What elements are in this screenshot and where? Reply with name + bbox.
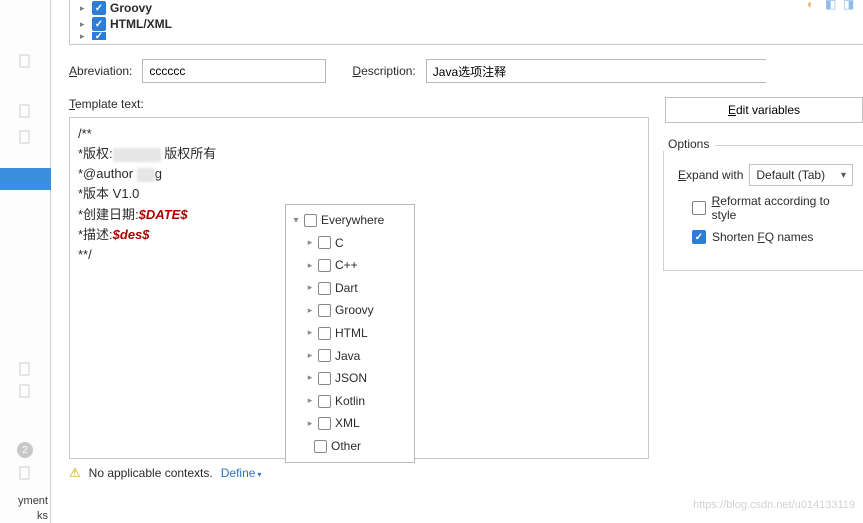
checkbox-unchecked[interactable] [318,259,331,272]
checkbox-unchecked[interactable] [318,349,331,362]
context-item[interactable]: ▸ Dart [292,277,408,300]
abbreviation-input[interactable] [142,59,326,83]
sidebar-text: ks [0,509,50,523]
sidebar-file-icon [17,362,33,376]
checkbox-unchecked[interactable] [318,417,331,430]
checkbox-unchecked[interactable] [318,395,331,408]
checkbox-unchecked[interactable] [304,214,317,227]
expand-with-row: Expand with Default (Tab) [678,164,853,186]
chevron-right-icon: ▸ [306,371,314,385]
context-item[interactable]: ▸ JSON [292,367,408,390]
toolbar-icon[interactable]: ◧ [825,0,839,11]
chevron-right-icon: ▸ [306,417,314,431]
main-panel: ◐ ◧ ◨ ▸ Groovy ▸ HTML/XML ▸ Abreviation: [51,0,863,523]
left-sidebar: 2 yment ks [0,0,51,523]
chevron-right-icon: ▸ [306,326,314,340]
chevron-right-icon: ▸ [306,281,314,295]
context-item[interactable]: ▸ XML [292,412,408,435]
context-item[interactable]: ▸ Groovy [292,299,408,322]
edit-variables-button[interactable]: Edit variables [665,97,863,123]
context-footer: ⚠ No applicable contexts. Define▾ [69,465,649,481]
checkbox-unchecked[interactable] [318,236,331,249]
context-item[interactable]: Other [292,435,408,458]
redacted-text [137,168,155,182]
tree-item-groovy[interactable]: ▸ Groovy [80,0,863,16]
chevron-right-icon: ▸ [306,259,314,273]
checkbox-unchecked[interactable] [318,372,331,385]
form-row: Abreviation: Description: [69,59,863,83]
context-item[interactable]: ▸ Kotlin [292,390,408,413]
no-context-text: No applicable contexts. [89,466,213,480]
chevron-right-icon: ▸ [306,236,314,250]
sidebar-file-icon [17,130,33,144]
toolbar-icon[interactable]: ◨ [843,0,857,11]
context-item-everywhere[interactable]: ▾ Everywhere [292,209,408,232]
context-item[interactable]: ▸ C [292,232,408,255]
checkbox-unchecked[interactable] [314,440,327,453]
chevron-right-icon: ▸ [80,4,88,12]
redacted-text [113,148,161,162]
checkbox-unchecked[interactable] [318,304,331,317]
sidebar-text: yment [0,494,50,508]
checkbox-checked[interactable] [92,17,106,31]
options-group: Options Expand with Default (Tab) Reform… [663,145,863,271]
toolbar-icon[interactable]: ◐ [807,0,821,11]
chevron-right-icon: ▸ [80,20,88,28]
sidebar-badge[interactable]: 2 [17,442,33,458]
context-popup: ▾ Everywhere ▸ C ▸ C++ [285,204,415,463]
checkbox-unchecked[interactable] [318,327,331,340]
context-item[interactable]: ▸ HTML [292,322,408,345]
watermark: https://blog.csdn.net/u014133119 [693,499,855,511]
description-input[interactable] [426,59,766,83]
define-link[interactable]: Define▾ [221,466,262,480]
description-label: Description: [352,64,415,78]
tree-item-more[interactable]: ▸ [80,32,863,40]
chevron-right-icon: ▸ [80,32,88,40]
expand-with-select[interactable]: Default (Tab) [749,164,853,186]
sidebar-file-icon [17,104,33,118]
sidebar-file-icon [17,54,33,68]
sidebar-selection[interactable] [0,168,51,190]
checkbox-checked[interactable] [692,230,706,244]
tree-item-htmlxml[interactable]: ▸ HTML/XML [80,16,863,32]
template-group-tree: ◐ ◧ ◨ ▸ Groovy ▸ HTML/XML ▸ [69,0,863,45]
checkbox-checked[interactable] [92,32,106,40]
context-item[interactable]: ▸ Java [292,345,408,368]
checkbox-unchecked[interactable] [318,282,331,295]
context-item[interactable]: ▸ C++ [292,254,408,277]
shorten-fq-row[interactable]: Shorten FQ names [678,230,853,244]
warning-icon: ⚠ [69,465,81,481]
checkbox-unchecked[interactable] [692,201,706,215]
chevron-right-icon: ▸ [306,304,314,318]
template-text-area[interactable]: /** *版权: 版权所有 *@author g *版本 V1.0 *创建日期:… [69,117,649,459]
options-title: Options [662,137,715,151]
sidebar-file-icon [17,466,33,480]
sidebar-file-icon [17,384,33,398]
chevron-right-icon: ▸ [306,394,314,408]
chevron-down-icon: ▾ [292,213,300,229]
template-text-label: Template text: [69,97,649,111]
abbreviation-label: Abreviation: [69,64,132,78]
chevron-right-icon: ▸ [306,349,314,363]
reformat-row[interactable]: Reformat according to style [678,194,853,222]
checkbox-checked[interactable] [92,1,106,15]
